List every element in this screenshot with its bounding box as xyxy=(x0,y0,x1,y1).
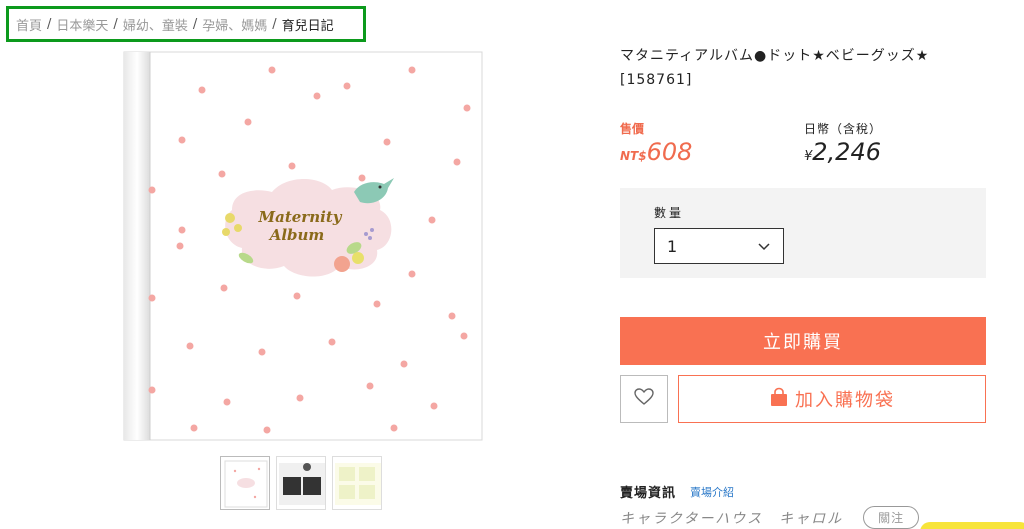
breadcrumb-item-japan-rakuten[interactable]: 日本樂天 xyxy=(56,15,108,34)
thumbnail-1[interactable] xyxy=(220,456,270,510)
cover-text-maternity: Maternity xyxy=(258,208,343,226)
yen-amount: 2,246 xyxy=(812,138,881,166)
price-amount: 608 xyxy=(646,138,693,166)
thumbnail-3[interactable] xyxy=(332,456,382,510)
price-block: 售價 NT$608 xyxy=(620,120,692,166)
yen-value: ¥2,246 xyxy=(804,138,881,166)
yen-price-block: 日幣（含稅） ¥2,246 xyxy=(804,120,883,166)
corner-floating-badge[interactable] xyxy=(920,522,1024,529)
quantity-panel: 數量 1 xyxy=(620,188,986,278)
breadcrumb-separator: / xyxy=(192,16,198,32)
breadcrumb-separator: / xyxy=(47,16,52,32)
shop-name[interactable]: キャラクターハウス キャロル xyxy=(620,508,843,528)
buy-now-button[interactable]: 立即購買 xyxy=(620,317,986,365)
breadcrumb-item-pregnant-mom[interactable]: 孕婦、媽媽 xyxy=(202,15,267,34)
thumbnail-2[interactable] xyxy=(276,456,326,510)
cover-text-album: Album xyxy=(268,226,325,244)
add-to-cart-button[interactable]: 加入購物袋 xyxy=(678,375,986,423)
yen-label: 日幣（含稅） xyxy=(804,122,883,136)
follow-button[interactable]: 關注 xyxy=(863,506,920,529)
price-label: 售價 xyxy=(620,122,645,136)
breadcrumb-separator: / xyxy=(272,16,277,32)
thumbnail-strip xyxy=(220,456,382,510)
product-title: マタニティアルバム●ドット★ベビーグッズ★ [158761] xyxy=(620,44,980,92)
breadcrumb-item-home[interactable]: 首頁 xyxy=(16,15,42,34)
album-cover-illustration: Maternity Album xyxy=(123,51,483,441)
wishlist-button[interactable] xyxy=(620,375,668,423)
shop-intro-link[interactable]: 賣場介紹 xyxy=(690,484,734,500)
price-value: NT$608 xyxy=(620,138,692,166)
add-to-cart-label: 加入購物袋 xyxy=(795,390,895,411)
breadcrumb-separator: / xyxy=(113,16,118,32)
product-title-line1: マタニティアルバム●ドット★ベビーグッズ★ xyxy=(620,48,930,64)
product-title-line2: [158761] xyxy=(620,72,693,88)
quantity-value: 1 xyxy=(667,236,678,256)
shop-row: キャラクターハウス キャロル 關注 xyxy=(620,506,920,529)
shop-info-header: 賣場資訊 賣場介紹 xyxy=(620,482,734,502)
quantity-select[interactable]: 1 xyxy=(654,228,784,264)
shopping-bag-icon xyxy=(769,387,789,412)
product-main-image[interactable]: Maternity Album xyxy=(122,50,484,442)
price-currency: NT$ xyxy=(620,149,647,163)
breadcrumb: 首頁 / 日本樂天 / 婦幼、童裝 / 孕婦、媽媽 / 育兒日記 xyxy=(6,6,366,42)
breadcrumb-item-maternity-kids[interactable]: 婦幼、童裝 xyxy=(123,15,188,34)
quantity-label: 數量 xyxy=(654,206,685,220)
heart-icon xyxy=(634,388,654,410)
breadcrumb-item-baby-diary[interactable]: 育兒日記 xyxy=(282,15,334,34)
shop-info-title: 賣場資訊 xyxy=(620,486,677,501)
chevron-down-icon xyxy=(757,237,771,256)
